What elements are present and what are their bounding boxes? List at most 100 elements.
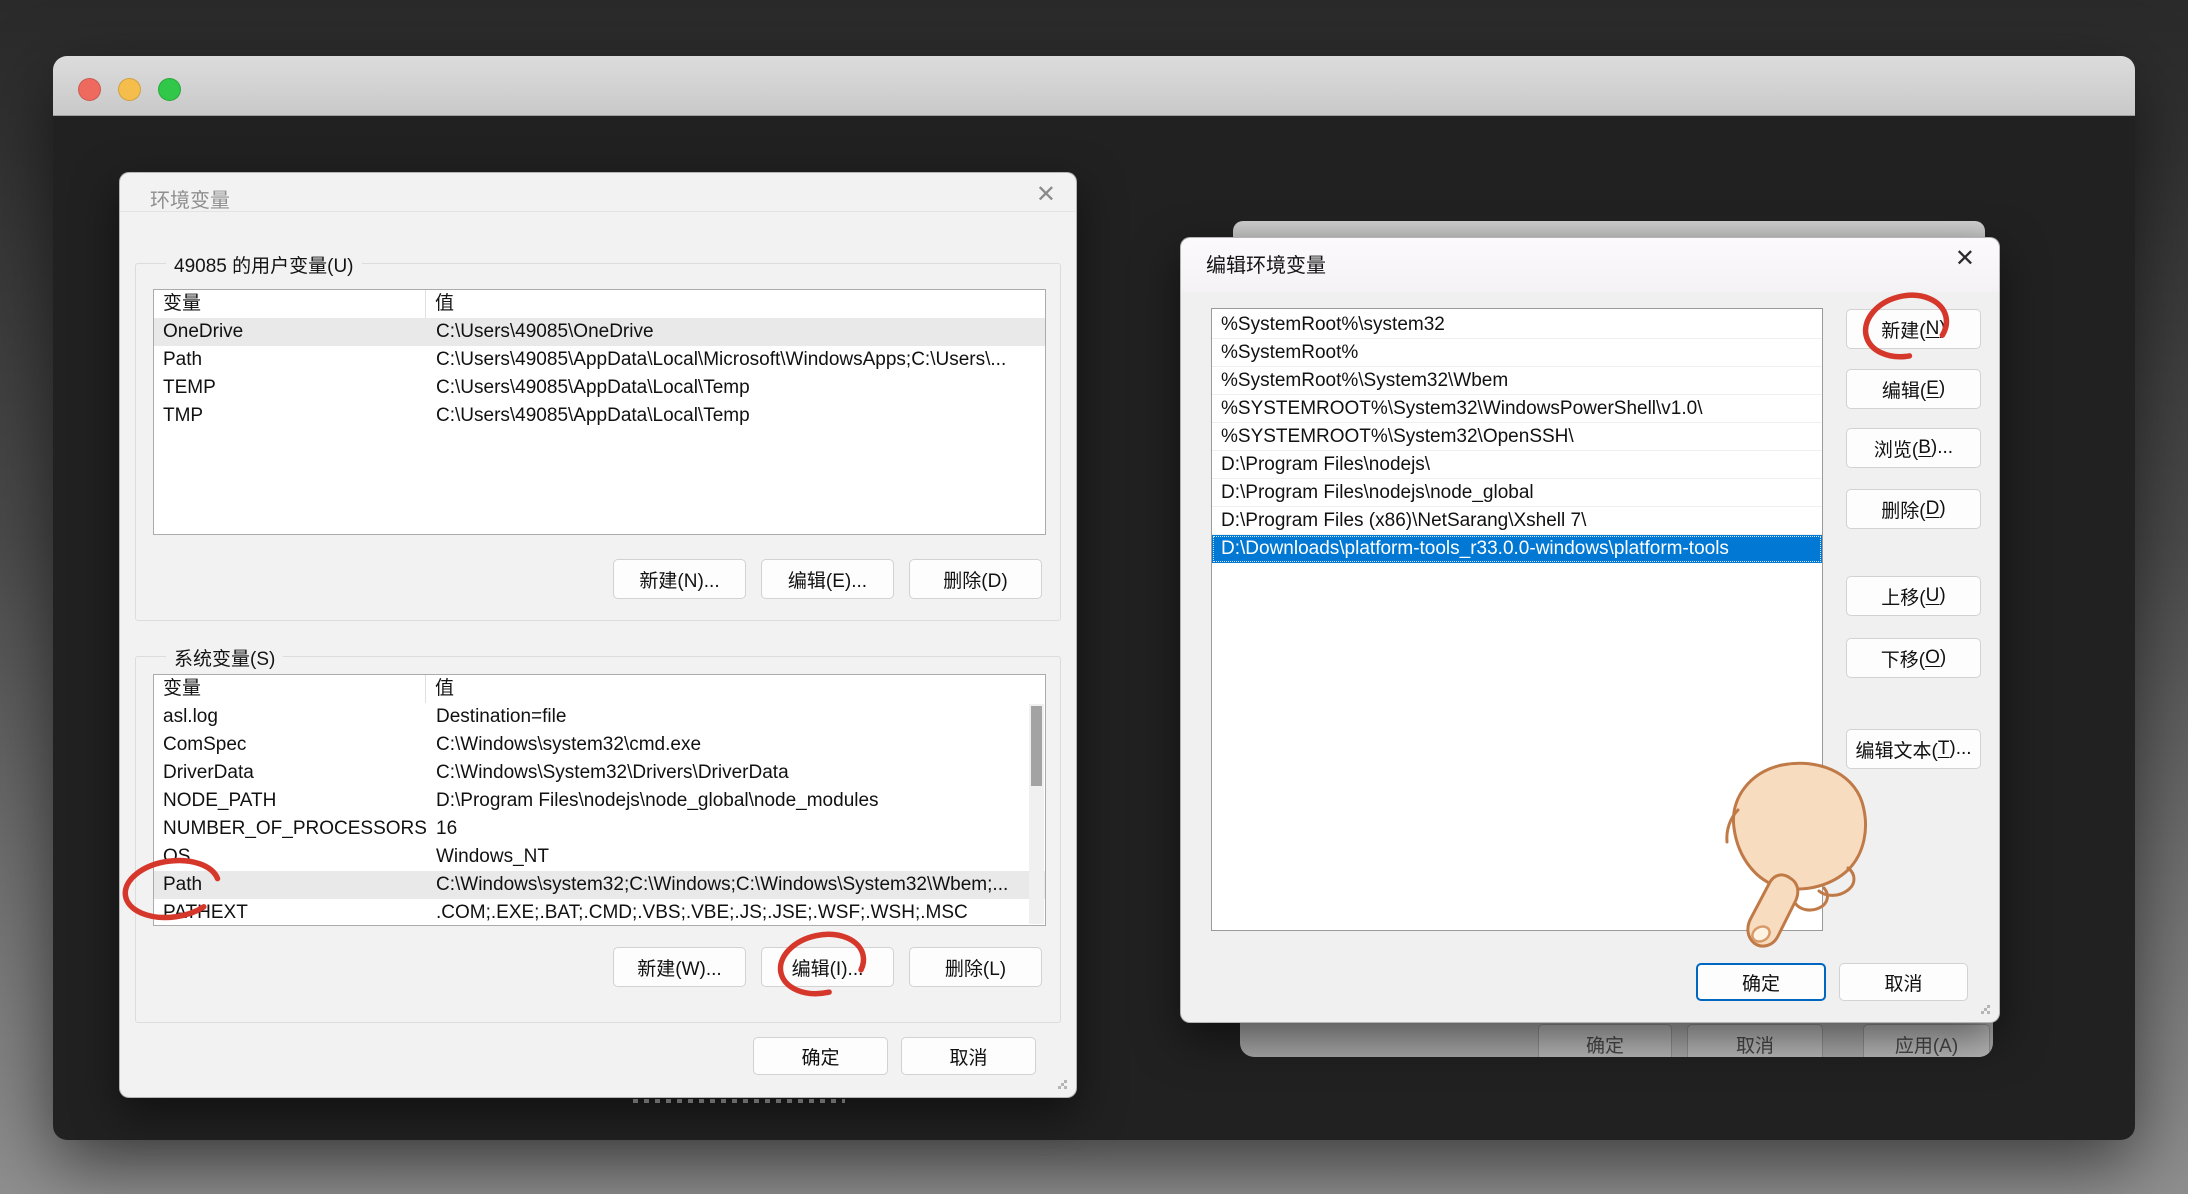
var-name: TMP bbox=[154, 402, 426, 430]
user-delete-button[interactable]: 删除(D) bbox=[909, 559, 1042, 599]
dialog-title: 环境变量 bbox=[150, 184, 230, 213]
label-part: 编辑( bbox=[1882, 376, 1926, 403]
minimize-traffic-light-icon[interactable] bbox=[118, 78, 141, 101]
label-part: ) bbox=[1939, 585, 1945, 607]
label-part: )... bbox=[1931, 437, 1953, 459]
path-list-item[interactable]: D:\Program Files (x86)\NetSarang\Xshell … bbox=[1212, 507, 1822, 535]
user-var-row[interactable]: Path C:\Users\49085\AppData\Local\Micros… bbox=[154, 346, 1045, 374]
vertical-scrollbar[interactable] bbox=[1029, 704, 1044, 924]
var-name: OS bbox=[154, 843, 426, 871]
user-variables-table[interactable]: 变量 值 OneDrive C:\Users\49085\OneDrive Pa… bbox=[153, 289, 1046, 535]
delete-button[interactable]: 删除(D) bbox=[1846, 489, 1981, 529]
ok-button[interactable]: 确定 bbox=[753, 1037, 888, 1075]
close-traffic-light-icon[interactable] bbox=[78, 78, 101, 101]
var-value: C:\Users\49085\AppData\Local\Microsoft\W… bbox=[426, 346, 1045, 374]
resize-grip-icon[interactable] bbox=[1053, 1075, 1068, 1090]
var-value: 16 bbox=[426, 815, 1045, 843]
system-var-row[interactable]: asl.log Destination=file bbox=[154, 703, 1045, 731]
path-list-item[interactable]: %SYSTEMROOT%\System32\WindowsPowerShell\… bbox=[1212, 395, 1822, 423]
new-button[interactable]: 新建(N) bbox=[1846, 309, 1981, 349]
var-value: C:\Windows\system32;C:\Windows;C:\Window… bbox=[426, 871, 1045, 899]
var-name: asl.log bbox=[154, 703, 426, 731]
label-part: ) bbox=[1939, 498, 1945, 520]
path-list-item[interactable]: D:\Downloads\platform-tools_r33.0.0-wind… bbox=[1212, 535, 1822, 563]
system-var-row[interactable]: ComSpec C:\Windows\system32\cmd.exe bbox=[154, 731, 1045, 759]
close-icon[interactable]: ✕ bbox=[1036, 183, 1056, 207]
path-list-item[interactable]: %SystemRoot%\system32 bbox=[1212, 311, 1822, 339]
var-value: C:\Windows\system32\cmd.exe bbox=[426, 731, 1045, 759]
column-header-value[interactable]: 值 bbox=[426, 290, 1045, 318]
mnemonic: T bbox=[1938, 738, 1950, 760]
user-var-row[interactable]: OneDrive C:\Users\49085\OneDrive bbox=[154, 318, 1045, 346]
dialog-title: 编辑环境变量 bbox=[1206, 249, 1326, 278]
path-list-item[interactable]: %SystemRoot%\System32\Wbem bbox=[1212, 367, 1822, 395]
system-var-row[interactable]: DriverData C:\Windows\System32\Drivers\D… bbox=[154, 759, 1045, 787]
background-cancel-button[interactable]: 取消 bbox=[1687, 1024, 1823, 1057]
system-var-row[interactable]: NUMBER_OF_PROCESSORS 16 bbox=[154, 815, 1045, 843]
label-part: ) bbox=[1939, 318, 1945, 340]
user-variables-group-label: 49085 的用户变量(U) bbox=[166, 251, 362, 278]
var-value: C:\Windows\System32\Drivers\DriverData bbox=[426, 759, 1045, 787]
system-var-row[interactable]: Path C:\Windows\system32;C:\Windows;C:\W… bbox=[154, 871, 1045, 899]
edit-button[interactable]: 编辑(E) bbox=[1846, 369, 1981, 409]
move-down-button[interactable]: 下移(O) bbox=[1846, 638, 1981, 678]
mnemonic: B bbox=[1918, 437, 1931, 459]
var-name: NUMBER_OF_PROCESSORS bbox=[154, 815, 426, 843]
label-part: )... bbox=[1949, 738, 1971, 760]
path-list-item[interactable]: D:\Program Files\nodejs\node_global bbox=[1212, 479, 1822, 507]
system-new-button[interactable]: 新建(W)... bbox=[613, 947, 746, 987]
var-name: OneDrive bbox=[154, 318, 426, 346]
label-part: 下移( bbox=[1881, 645, 1925, 672]
column-header-variable[interactable]: 变量 bbox=[154, 675, 426, 703]
mnemonic: D bbox=[1926, 498, 1940, 520]
mnemonic: U bbox=[1926, 585, 1940, 607]
var-name: TEMP bbox=[154, 374, 426, 402]
environment-variables-dialog: 环境变量 ✕ 49085 的用户变量(U) 变量 值 OneDrive C:\U… bbox=[119, 172, 1077, 1098]
system-var-row[interactable]: NODE_PATH D:\Program Files\nodejs\node_g… bbox=[154, 787, 1045, 815]
system-var-row[interactable]: PATHEXT .COM;.EXE;.BAT;.CMD;.VBS;.VBE;.J… bbox=[154, 899, 1045, 926]
cancel-button[interactable]: 取消 bbox=[901, 1037, 1036, 1075]
user-new-button[interactable]: 新建(N)... bbox=[613, 559, 746, 599]
close-icon[interactable]: ✕ bbox=[1955, 247, 1975, 271]
system-variables-table[interactable]: 变量 值 asl.log Destination=file ComSpec C:… bbox=[153, 674, 1046, 926]
var-value: Destination=file bbox=[426, 703, 1045, 731]
column-header-value[interactable]: 值 bbox=[426, 675, 1045, 703]
path-list-item[interactable]: %SystemRoot% bbox=[1212, 339, 1822, 367]
var-value: D:\Program Files\nodejs\node_global\node… bbox=[426, 787, 1045, 815]
system-delete-button[interactable]: 删除(L) bbox=[909, 947, 1042, 987]
label-part: ) bbox=[1940, 647, 1946, 669]
background-apply-button[interactable]: 应用(A) bbox=[1863, 1024, 1990, 1057]
user-var-row[interactable]: TMP C:\Users\49085\AppData\Local\Temp bbox=[154, 402, 1045, 430]
label-part: ) bbox=[1939, 378, 1945, 400]
label-part: 上移( bbox=[1881, 583, 1925, 610]
macos-titlebar[interactable] bbox=[53, 56, 2135, 116]
column-header-variable[interactable]: 变量 bbox=[154, 290, 426, 318]
var-value: C:\Users\49085\AppData\Local\Temp bbox=[426, 402, 1045, 430]
system-variables-group-label: 系统变量(S) bbox=[166, 644, 283, 671]
path-list-item[interactable]: D:\Program Files\nodejs\ bbox=[1212, 451, 1822, 479]
label-part: 新建( bbox=[1881, 316, 1925, 343]
var-name: NODE_PATH bbox=[154, 787, 426, 815]
resize-grip-icon[interactable] bbox=[1976, 1000, 1991, 1015]
system-var-row[interactable]: OS Windows_NT bbox=[154, 843, 1045, 871]
mnemonic: N bbox=[1926, 318, 1940, 340]
move-up-button[interactable]: 上移(U) bbox=[1846, 576, 1981, 616]
var-name: PATHEXT bbox=[154, 899, 426, 926]
desktop-background: 确定 取消 应用(A) 环境变量 ✕ 49085 的用户变量(U) 变量 值 O… bbox=[0, 0, 2188, 1194]
scrollbar-thumb[interactable] bbox=[1031, 706, 1042, 786]
path-list-item[interactable]: %SYSTEMROOT%\System32\OpenSSH\ bbox=[1212, 423, 1822, 451]
edit-text-button[interactable]: 编辑文本(T)... bbox=[1846, 729, 1981, 769]
table-header: 变量 值 bbox=[154, 675, 1045, 703]
user-var-row[interactable]: TEMP C:\Users\49085\AppData\Local\Temp bbox=[154, 374, 1045, 402]
cancel-button[interactable]: 取消 bbox=[1839, 963, 1968, 1001]
system-edit-button[interactable]: 编辑(I)... bbox=[761, 947, 894, 987]
ok-button[interactable]: 确定 bbox=[1696, 963, 1826, 1001]
browse-button[interactable]: 浏览(B)... bbox=[1846, 428, 1981, 468]
path-list[interactable]: %SystemRoot%\system32 %SystemRoot% %Syst… bbox=[1211, 308, 1823, 931]
user-edit-button[interactable]: 编辑(E)... bbox=[761, 559, 894, 599]
zoom-traffic-light-icon[interactable] bbox=[158, 78, 181, 101]
background-ok-button[interactable]: 确定 bbox=[1538, 1024, 1672, 1057]
var-value: C:\Users\49085\OneDrive bbox=[426, 318, 1045, 346]
dimmed-window-artifact bbox=[633, 1099, 845, 1103]
titlebar-divider bbox=[120, 211, 1076, 212]
